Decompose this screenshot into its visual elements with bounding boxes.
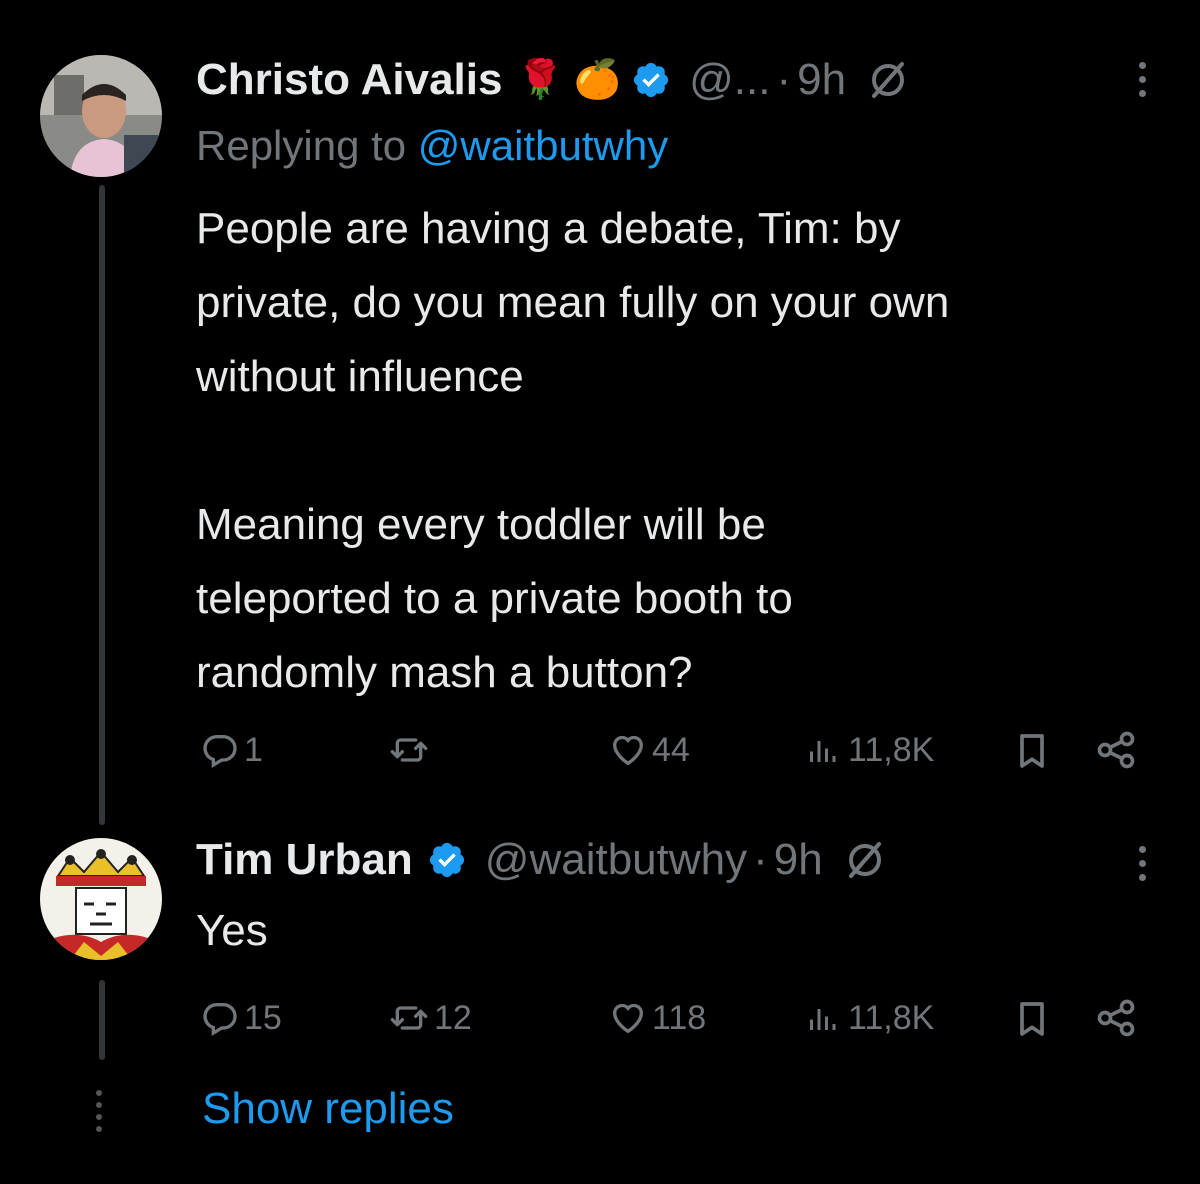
more-dots-icon[interactable] bbox=[1139, 846, 1146, 881]
replying-to: Replying to @waitbutwhy bbox=[196, 122, 668, 170]
heart-icon bbox=[612, 1003, 644, 1034]
reply-button[interactable]: 1 bbox=[200, 730, 263, 770]
share-icon bbox=[1097, 999, 1135, 1037]
separator-dot: · bbox=[753, 835, 768, 884]
body-line: without influence bbox=[196, 352, 524, 401]
body-line: People are having a debate, Tim: by bbox=[196, 204, 901, 253]
verified-badge-icon bbox=[634, 62, 669, 98]
views-count: 11,8K bbox=[848, 998, 935, 1037]
repost-count: 12 bbox=[434, 998, 472, 1037]
tweet1-header: Christo Aivalis 🌹 🍊 @... · 9h bbox=[196, 50, 908, 110]
body-line-blank bbox=[196, 414, 949, 488]
thread-connector-line-2 bbox=[99, 980, 105, 1060]
verified-badge-icon bbox=[429, 842, 464, 878]
avatar-tim-urban[interactable] bbox=[40, 838, 162, 960]
avatar-christo[interactable] bbox=[40, 55, 162, 177]
body-line: Meaning every toddler will be bbox=[196, 500, 766, 549]
rose-emoji: 🌹 bbox=[516, 59, 564, 101]
like-button[interactable]: 44 bbox=[608, 730, 690, 770]
tweet2-header: Tim Urban @waitbutwhy · 9h bbox=[196, 830, 885, 890]
show-replies-link[interactable]: Show replies bbox=[202, 1084, 454, 1134]
reply-icon bbox=[203, 735, 237, 768]
author-handle[interactable]: @... bbox=[689, 55, 770, 105]
avatar-image bbox=[40, 838, 162, 960]
thread-connector-line bbox=[99, 185, 105, 825]
share-button[interactable] bbox=[1094, 728, 1138, 772]
share-icon bbox=[1097, 731, 1135, 769]
repost-icon bbox=[390, 1006, 428, 1030]
bookmark-button[interactable] bbox=[1012, 730, 1052, 772]
replying-to-handle-link[interactable]: @waitbutwhy bbox=[418, 122, 668, 169]
heart-icon bbox=[612, 735, 644, 766]
views-button[interactable]: 11,8K bbox=[804, 998, 934, 1038]
author-handle[interactable]: @waitbutwhy bbox=[485, 835, 747, 885]
replying-to-label: Replying to bbox=[196, 122, 407, 169]
reply-count: 1 bbox=[244, 730, 263, 769]
grok-icon[interactable] bbox=[868, 60, 908, 100]
views-chart-icon bbox=[810, 1009, 836, 1030]
body-line: randomly mash a button? bbox=[196, 648, 693, 697]
share-button[interactable] bbox=[1094, 996, 1138, 1040]
like-button[interactable]: 118 bbox=[608, 998, 706, 1038]
body-line: private, do you mean fully on your own bbox=[196, 278, 950, 327]
orange-emoji: 🍊 bbox=[573, 59, 622, 101]
views-count: 11,8K bbox=[848, 730, 935, 769]
more-dots-icon[interactable] bbox=[1139, 62, 1146, 97]
tweet2-actions: 15 12 118 11,8K bbox=[196, 990, 1146, 1050]
grok-icon[interactable] bbox=[845, 840, 885, 880]
reply-icon bbox=[203, 1003, 237, 1036]
bookmark-icon bbox=[1020, 734, 1044, 768]
avatar-image bbox=[40, 55, 162, 177]
reply-button[interactable]: 15 bbox=[200, 998, 282, 1038]
separator-dot: · bbox=[776, 55, 792, 104]
tweet-time[interactable]: 9h bbox=[797, 55, 846, 105]
reply-count: 15 bbox=[244, 998, 282, 1037]
repost-button[interactable] bbox=[388, 730, 434, 770]
author-name[interactable]: Christo Aivalis bbox=[196, 55, 502, 105]
repost-button[interactable]: 12 bbox=[388, 998, 472, 1038]
views-button[interactable]: 11,8K bbox=[804, 730, 934, 770]
collapsed-thread-dots-icon bbox=[96, 1090, 102, 1132]
tweet1-actions: 1 44 11,8K bbox=[196, 722, 1146, 782]
like-count: 118 bbox=[652, 998, 707, 1037]
repost-icon bbox=[390, 738, 428, 762]
like-count: 44 bbox=[652, 730, 690, 769]
tweet-time[interactable]: 9h bbox=[774, 835, 823, 885]
body-line: teleported to a private booth to bbox=[196, 574, 793, 623]
author-name[interactable]: Tim Urban bbox=[196, 835, 413, 885]
views-chart-icon bbox=[810, 741, 836, 762]
tweet2-body: Yes bbox=[196, 906, 268, 955]
tweet1-body: People are having a debate, Tim: by priv… bbox=[196, 192, 949, 710]
bookmark-button[interactable] bbox=[1012, 998, 1052, 1040]
bookmark-icon bbox=[1020, 1002, 1044, 1036]
